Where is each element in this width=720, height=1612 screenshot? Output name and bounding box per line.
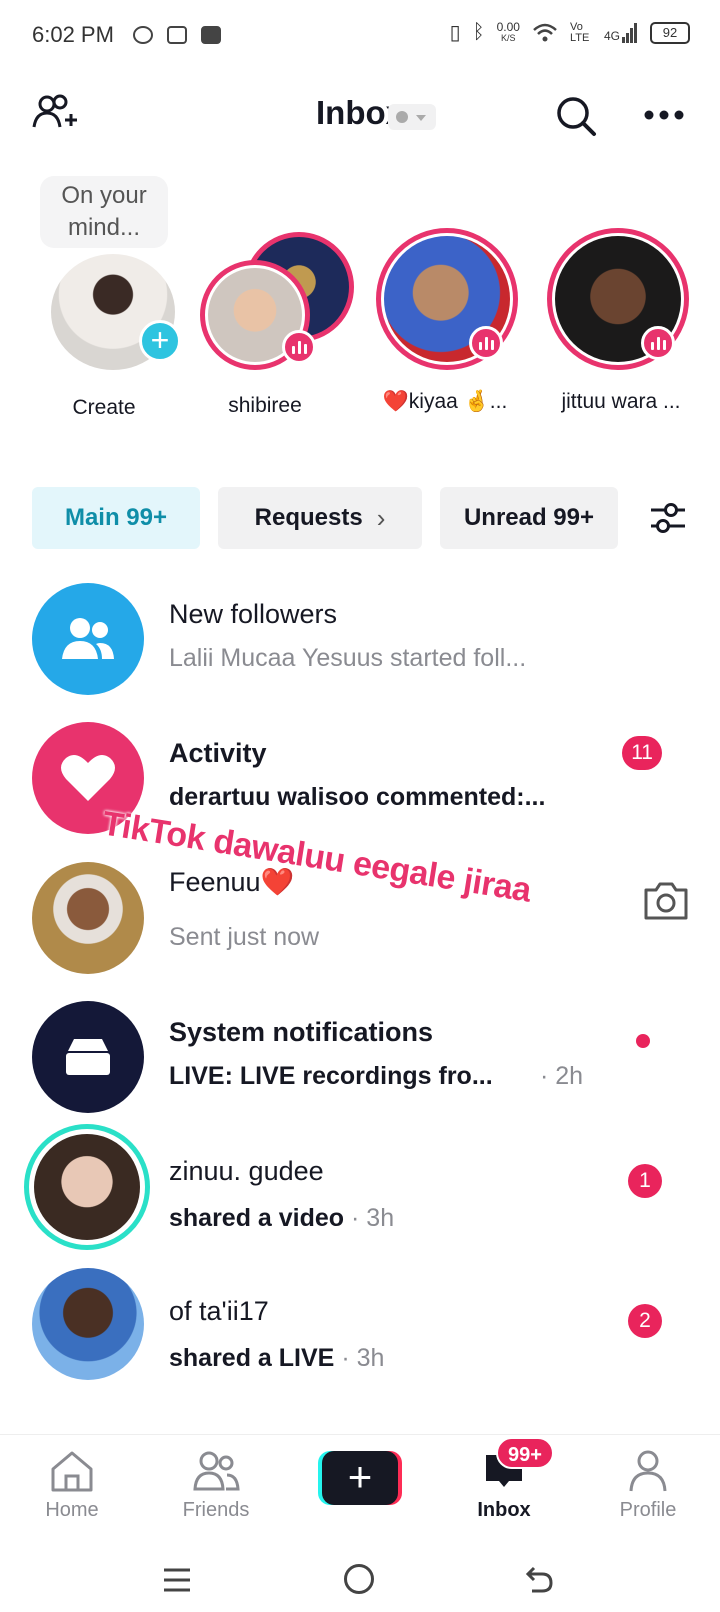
avatar [32, 1268, 144, 1380]
unread-badge: 11 [622, 736, 662, 770]
friends-icon [193, 1451, 240, 1491]
profile-icon [629, 1450, 667, 1492]
home-circle-button[interactable] [344, 1564, 374, 1594]
plus-icon: + [322, 1451, 398, 1505]
bluetooth-icon: ᛒ [472, 21, 485, 43]
story-kiyaa[interactable]: ❤️kiyaa 🤞... [370, 228, 520, 414]
item-name: zinuu. gudee [169, 1156, 324, 1186]
live-icon [641, 326, 675, 360]
plus-icon: + [139, 320, 181, 362]
item-name: New followers [169, 599, 338, 629]
status-bar: 6:02 PM ▯ ᛒ 0.00 K/S Vo LTE 4G 92 [0, 0, 720, 72]
item-preview: Lalii Mucaa Yesuus started foll... [169, 644, 527, 672]
inbox-badge: 99+ [496, 1437, 554, 1469]
chevron-right-icon: › [376, 502, 386, 533]
mind-bubble[interactable]: On your mind... [40, 176, 168, 248]
item-preview: shared a LIVE [169, 1344, 335, 1372]
app-icon [133, 26, 153, 44]
tab-unread[interactable]: Unread 99+ [440, 487, 618, 549]
item-preview: Sent just now [169, 923, 320, 951]
battery-icon: 92 [650, 21, 690, 44]
back-button[interactable] [524, 1564, 554, 1599]
filter-button[interactable] [646, 498, 690, 538]
camera-button[interactable] [642, 880, 690, 927]
status-right: ▯ ᛒ 0.00 K/S Vo LTE 4G 92 [450, 20, 690, 45]
story-label: jittuu wara ... [561, 390, 681, 413]
unread-badge: 2 [628, 1304, 662, 1338]
story-jittuu[interactable]: jittuu wara ... [546, 228, 696, 414]
signal-icon [622, 22, 637, 43]
recent-apps-button[interactable] [162, 1566, 192, 1599]
more-icon [644, 110, 684, 120]
list-item-new-followers[interactable]: New followers Lalii Mucaa Yesuus started… [0, 567, 720, 707]
filter-icon [651, 503, 685, 533]
nav-inbox[interactable]: Inbox 99+ [444, 1437, 564, 1522]
more-button[interactable] [642, 100, 686, 130]
list-item-zinuu[interactable]: zinuu. gudee shared a video · 3h 1 [0, 1124, 720, 1264]
search-button[interactable] [552, 92, 600, 140]
nav-friends[interactable]: Friends [156, 1449, 276, 1522]
live-icon [282, 330, 316, 364]
story-create[interactable]: + Create [29, 250, 181, 420]
network-type: 4G [603, 28, 620, 43]
page-title: Inbox [316, 94, 404, 131]
unread-dot [636, 1034, 650, 1048]
net-speed: 0.00 [496, 19, 520, 34]
nav-profile[interactable]: Profile [588, 1449, 708, 1522]
item-time: · 3h [341, 1344, 385, 1372]
unread-badge: 1 [628, 1164, 662, 1198]
status-selector[interactable] [388, 104, 436, 130]
create-button[interactable]: + [318, 1451, 402, 1505]
story-label: shibiree [228, 394, 302, 417]
net-unit: K/S [501, 32, 516, 43]
item-preview: LIVE: LIVE recordings fro... [169, 1062, 493, 1090]
book-icon [201, 26, 221, 44]
nav-home[interactable]: Home [12, 1449, 132, 1522]
item-name: of ta'ii17 [169, 1296, 269, 1326]
avatar [32, 862, 144, 974]
avatar [24, 1124, 150, 1250]
followers-icon [32, 583, 144, 695]
volte-label: Vo LTE [569, 20, 590, 44]
item-name: Activity [169, 738, 267, 768]
home-icon [51, 1451, 93, 1492]
nav-label: Home [45, 1499, 99, 1521]
live-icon [469, 326, 503, 360]
item-time: · 3h [351, 1204, 395, 1232]
system-nav-bar [0, 1546, 720, 1612]
story-label: Create [72, 396, 136, 419]
search-icon [557, 97, 596, 136]
status-time: 6:02 PM [32, 22, 114, 47]
wifi-icon [533, 23, 557, 41]
story-label: ❤️kiyaa 🤞... [382, 390, 508, 413]
bottom-nav: Home Friends + Inbox 99+ Profile [0, 1434, 720, 1546]
list-item-of-taii17[interactable]: of ta'ii17 shared a LIVE · 3h 2 [0, 1264, 720, 1404]
story-shibiree[interactable]: shibiree [200, 232, 354, 418]
back-icon [525, 1566, 553, 1593]
nav-label: Inbox [477, 1499, 531, 1521]
nav-label: Profile [619, 1499, 677, 1521]
tab-requests[interactable]: Requests › [218, 487, 422, 549]
camera-icon [644, 882, 688, 920]
vibrate-icon: ▯ [449, 22, 461, 44]
nav-label: Friends [182, 1499, 250, 1521]
item-preview: derartuu walisoo commented:... [169, 783, 546, 811]
tab-main[interactable]: Main 99+ [32, 487, 200, 549]
item-time: · 2h [540, 1062, 584, 1090]
item-preview: shared a video [169, 1204, 345, 1232]
tab-label: Requests [254, 504, 363, 531]
inbox-tray-icon [32, 1001, 144, 1113]
item-name: System notifications [169, 1017, 434, 1047]
video-icon [167, 26, 187, 44]
list-item-system-notifications[interactable]: System notifications LIVE: LIVE recordin… [0, 985, 720, 1125]
status-notification-icons [133, 26, 221, 44]
menu-icon [164, 1568, 190, 1592]
